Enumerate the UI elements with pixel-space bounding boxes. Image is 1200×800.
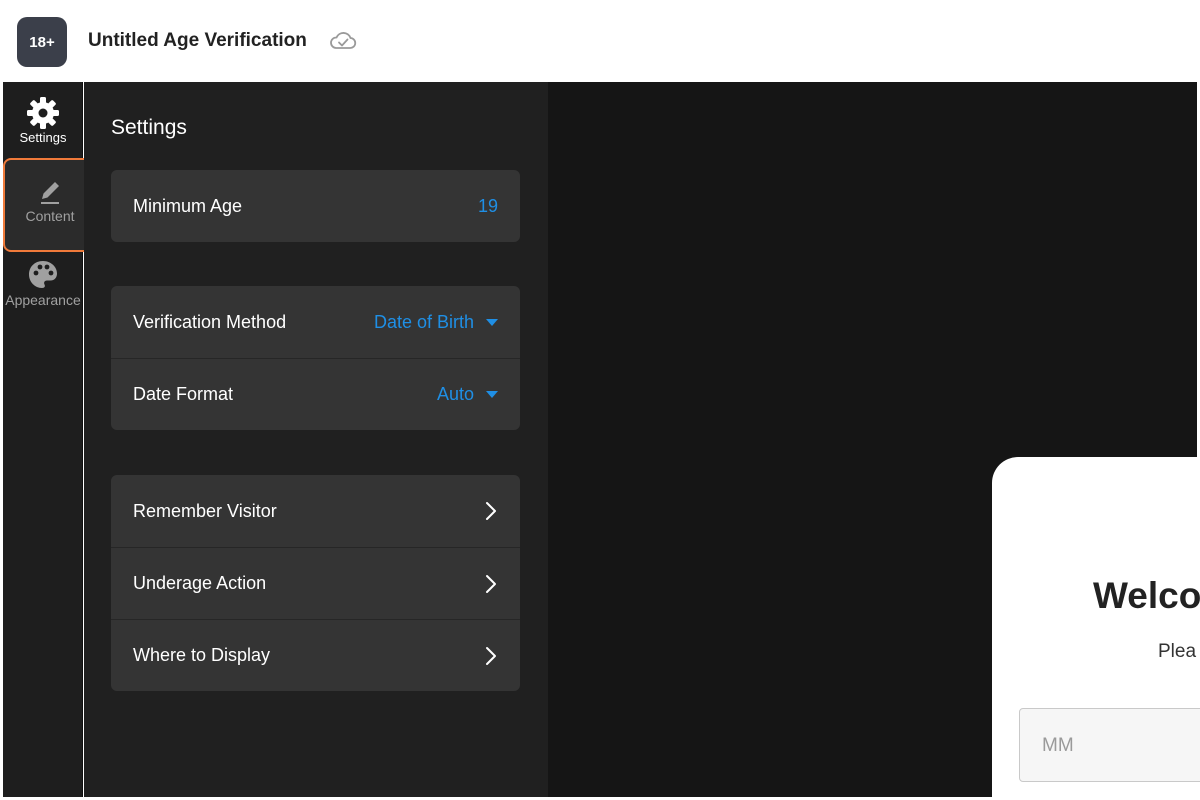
remember-visitor-label: Remember Visitor: [133, 500, 277, 521]
rail-label-appearance: Appearance: [5, 292, 81, 308]
rail-item-settings[interactable]: Settings: [3, 82, 83, 162]
verification-method-label: Verification Method: [133, 311, 287, 332]
rail-item-appearance[interactable]: Appearance: [3, 254, 83, 334]
minimum-age-group: Minimum Age 19: [111, 170, 520, 242]
where-to-display-row[interactable]: Where to Display: [111, 619, 520, 691]
panel-title: Settings: [111, 116, 187, 139]
month-placeholder: MM: [1042, 735, 1074, 756]
top-header: 18+ Untitled Age Verification: [3, 3, 1197, 82]
remember-visitor-row[interactable]: Remember Visitor: [111, 475, 520, 547]
minimum-age-value[interactable]: 19: [478, 196, 498, 217]
minimum-age-label: Minimum Age: [133, 195, 243, 216]
modal-subtext: Plea: [1158, 641, 1197, 662]
dropdown-caret-icon: [486, 318, 498, 326]
chevron-right-icon: [486, 646, 496, 665]
date-format-select[interactable]: Auto: [437, 384, 498, 405]
date-format-row[interactable]: Date Format Auto: [111, 358, 520, 430]
navigation-group: Remember Visitor Underage Action Where t…: [111, 475, 520, 691]
verification-method-row[interactable]: Verification Method Date of Birth: [111, 286, 520, 358]
date-format-label: Date Format: [133, 384, 234, 404]
rail-label-content: Content: [25, 208, 75, 224]
cloud-check-icon: [330, 32, 357, 49]
pencil-icon: [41, 182, 59, 204]
preview-area: Welco Plea MM: [548, 82, 1200, 800]
gear-icon: [27, 97, 59, 129]
app-logo: 18+: [17, 17, 67, 67]
date-format-value: Auto: [436, 384, 474, 404]
age-verification-modal-preview: Welco Plea MM: [992, 457, 1200, 800]
underage-action-row[interactable]: Underage Action: [111, 547, 520, 619]
verification-method-value: Date of Birth: [373, 311, 474, 332]
dropdown-caret-icon: [486, 391, 498, 398]
left-rail: Settings Content Appearance: [3, 82, 97, 797]
rail-label-settings: Settings: [19, 130, 67, 145]
minimum-age-row[interactable]: Minimum Age 19: [111, 170, 520, 242]
rail-item-content[interactable]: Content: [3, 158, 97, 252]
verification-group: Verification Method Date of Birth Date F…: [111, 286, 520, 430]
modal-heading: Welco: [1093, 575, 1200, 616]
app-title[interactable]: Untitled Age Verification: [88, 30, 307, 52]
chevron-right-icon: [486, 502, 496, 520]
verification-method-select[interactable]: Date of Birth: [374, 312, 498, 333]
underage-action-label: Underage Action: [133, 573, 267, 593]
month-input[interactable]: MM: [1019, 708, 1200, 782]
palette-icon: [29, 261, 57, 288]
where-to-display-label: Where to Display: [133, 645, 271, 665]
settings-panel: Settings Minimum Age 19 Verification Met…: [84, 82, 548, 797]
chevron-right-icon: [486, 574, 496, 593]
